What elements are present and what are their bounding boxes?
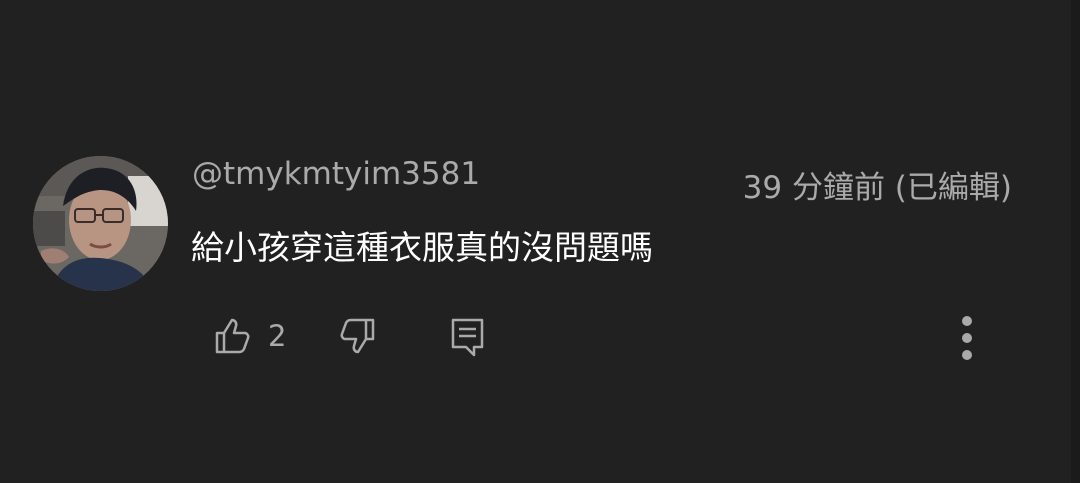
comment-timestamp: 39 分鐘前 (已編輯) <box>742 170 1012 206</box>
like-count: 2 <box>268 319 287 353</box>
comment-author[interactable]: @tmykmtyim3581 <box>192 152 480 196</box>
more-options-button[interactable] <box>950 312 984 364</box>
avatar[interactable] <box>33 156 168 291</box>
comment-text: 給小孩穿這種衣服真的沒問題嗎 <box>191 228 653 267</box>
comment-screen: @tmykmtyim3581 39 分鐘前 (已編輯) 給小孩穿這種衣服真的沒問… <box>0 0 1080 483</box>
screen-edge <box>1071 0 1080 483</box>
more-vertical-icon <box>962 316 972 360</box>
dislike-button[interactable] <box>338 314 380 358</box>
thumb-up-icon <box>215 318 250 354</box>
reply-comment-icon <box>451 318 484 357</box>
thumb-down-icon <box>340 318 375 354</box>
like-button[interactable]: 2 <box>210 314 286 358</box>
reply-button[interactable] <box>446 314 488 358</box>
